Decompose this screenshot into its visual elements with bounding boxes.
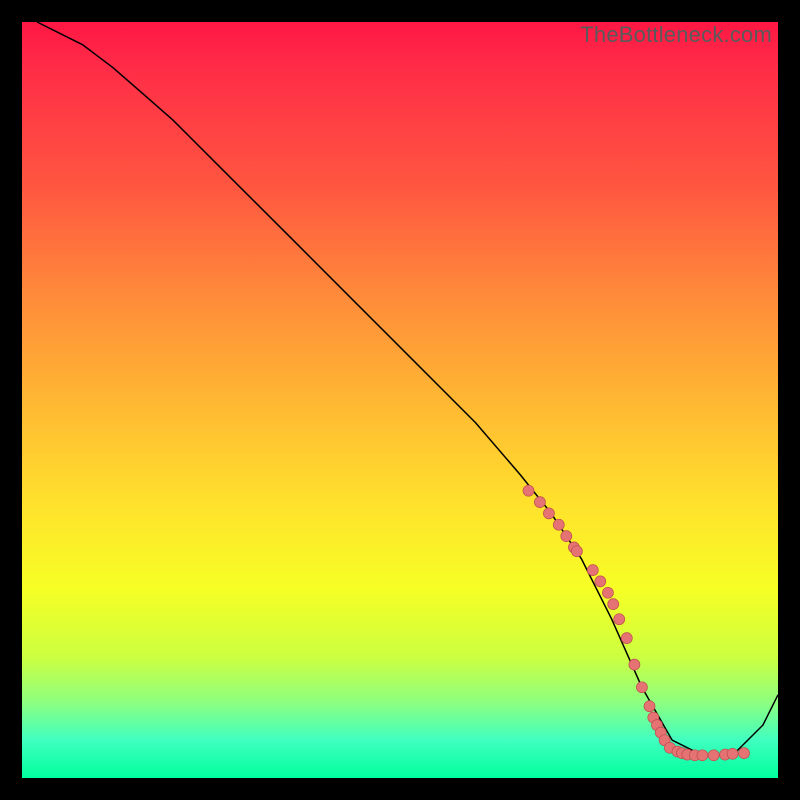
data-point: [534, 497, 545, 508]
data-point: [587, 565, 598, 576]
data-point: [644, 701, 655, 712]
data-point: [571, 546, 582, 557]
data-point: [553, 519, 564, 530]
data-point: [739, 748, 750, 759]
data-point: [543, 508, 554, 519]
data-point: [708, 750, 719, 761]
data-point: [523, 485, 534, 496]
marker-group: [523, 485, 750, 761]
chart-svg: [22, 22, 778, 778]
data-point: [614, 614, 625, 625]
data-point: [697, 750, 708, 761]
data-point: [727, 748, 738, 759]
data-point: [608, 599, 619, 610]
data-point: [595, 576, 606, 587]
data-point: [636, 682, 647, 693]
bottleneck-curve: [37, 22, 778, 755]
data-point: [602, 587, 613, 598]
data-point: [621, 633, 632, 644]
chart-plot-area: TheBottleneck.com: [22, 22, 778, 778]
data-point: [629, 659, 640, 670]
data-point: [561, 531, 572, 542]
